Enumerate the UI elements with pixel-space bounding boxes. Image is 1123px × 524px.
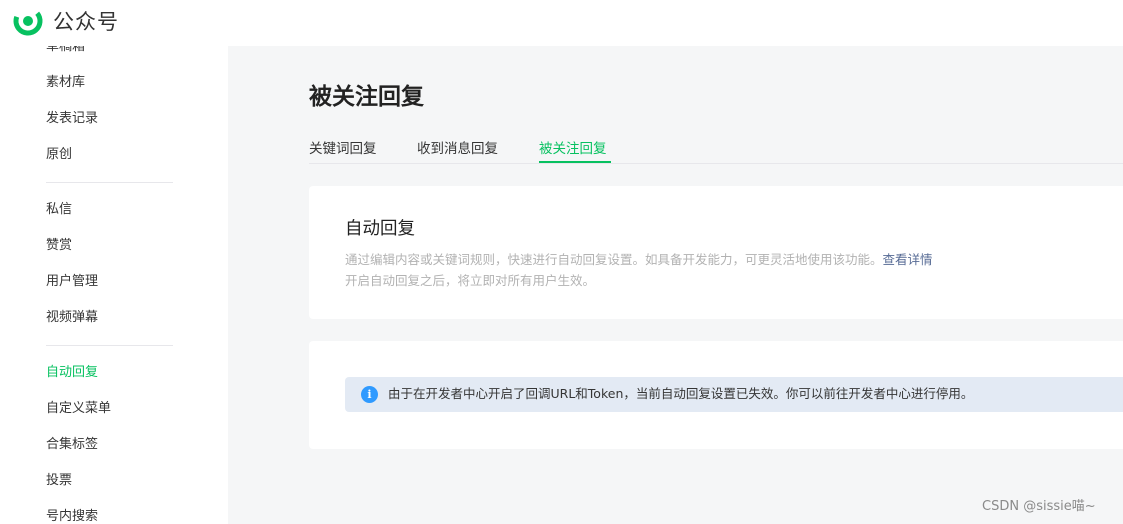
top-bar: 公众号 <box>0 0 1123 46</box>
app-title[interactable]: 公众号 <box>53 8 119 36</box>
callback-notice: i 由于在开发者中心开启了回调URL和Token，当前自动回复设置已失效。你可以… <box>345 377 1123 412</box>
sidebar-item-auto-reply[interactable]: 自动回复 <box>46 364 98 382</box>
sidebar-divider <box>46 345 173 346</box>
sidebar-item-custom-menu[interactable]: 自定义菜单 <box>46 400 111 418</box>
sidebar-item-messages[interactable]: 私信 <box>46 201 72 219</box>
tab-follow-reply[interactable]: 被关注回复 <box>539 140 607 158</box>
sidebar-item-in-account-search[interactable]: 号内搜索 <box>46 508 98 524</box>
active-tab-indicator <box>539 161 611 163</box>
tabs-divider <box>309 163 1123 164</box>
tab-keyword-reply[interactable]: 关键词回复 <box>309 140 377 158</box>
callback-notice-text: 由于在开发者中心开启了回调URL和Token，当前自动回复设置已失效。你可以前往… <box>388 386 974 401</box>
sidebar-item-collection-tags[interactable]: 合集标签 <box>46 436 98 454</box>
auto-reply-description-text: 通过编辑内容或关键词规则，快速进行自动回复设置。如具备开发能力，可更灵活地使用该… <box>345 252 883 267</box>
sidebar-divider <box>46 182 173 183</box>
auto-reply-effect-note: 开启自动回复之后，将立即对所有用户生效。 <box>345 273 596 288</box>
tab-message-reply[interactable]: 收到消息回复 <box>417 140 498 158</box>
sidebar-item-video-danmaku[interactable]: 视频弹幕 <box>46 309 98 327</box>
notice-card: i 由于在开发者中心开启了回调URL和Token，当前自动回复设置已失效。你可以… <box>309 341 1123 449</box>
sidebar-item-drafts[interactable]: 草稿箱 <box>46 46 85 56</box>
sidebar-item-voting[interactable]: 投票 <box>46 472 72 490</box>
wechat-mp-logo-icon[interactable] <box>13 6 43 36</box>
view-details-link[interactable]: 查看详情 <box>883 252 933 267</box>
sidebar-item-material-library[interactable]: 素材库 <box>46 74 85 92</box>
watermark: CSDN @sissie喵~ <box>982 499 1096 514</box>
info-icon: i <box>361 386 378 403</box>
sidebar-item-publish-history[interactable]: 发表记录 <box>46 110 98 128</box>
sidebar-item-original[interactable]: 原创 <box>46 146 72 164</box>
sidebar: 草稿箱 素材库 发表记录 原创 私信 赞赏 用户管理 视频弹幕 自动回复 自定义… <box>0 46 228 524</box>
sidebar-item-user-management[interactable]: 用户管理 <box>46 273 98 291</box>
sidebar-item-rewards[interactable]: 赞赏 <box>46 237 72 255</box>
auto-reply-card: 自动回复 通过编辑内容或关键词规则，快速进行自动回复设置。如具备开发能力，可更灵… <box>309 186 1123 319</box>
page-title: 被关注回复 <box>309 84 424 110</box>
auto-reply-title: 自动回复 <box>345 219 415 239</box>
auto-reply-description: 通过编辑内容或关键词规则，快速进行自动回复设置。如具备开发能力，可更灵活地使用该… <box>345 251 933 269</box>
